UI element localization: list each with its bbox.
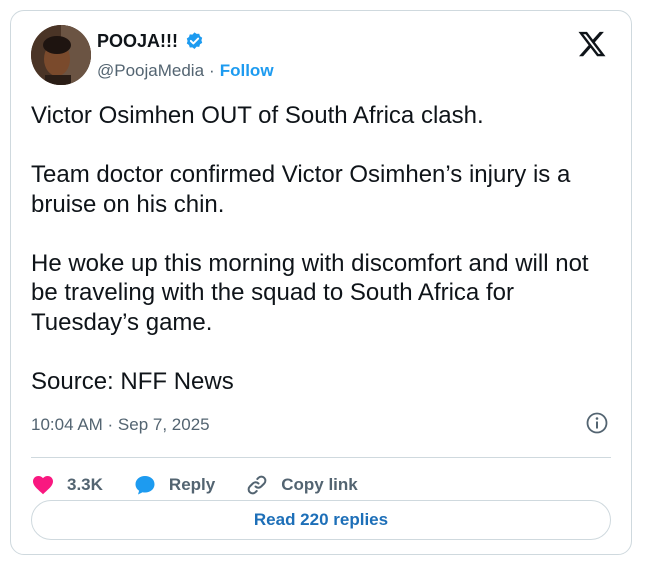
heart-icon: [33, 476, 53, 495]
author-name-row: POOJA!!!: [97, 31, 205, 52]
tweet-paragraph: Victor Osimhen OUT of South Africa clash…: [31, 102, 484, 129]
like-button[interactable]: 3.3K: [31, 473, 103, 497]
author-handle-row: @PoojaMedia · Follow: [97, 61, 274, 81]
x-logo-icon[interactable]: [577, 29, 607, 59]
reply-label: Reply: [168, 475, 216, 494]
read-replies-button[interactable]: Read 220 replies: [31, 500, 611, 540]
tweet-card: POOJA!!! @PoojaMedia · Follow Victor Osi…: [10, 10, 632, 555]
reply-bubble-icon: [135, 476, 155, 495]
tweet-paragraph: He woke up this morning with discomfort …: [31, 249, 589, 336]
follow-button[interactable]: Follow: [220, 61, 274, 81]
author-name[interactable]: POOJA!!!: [97, 31, 178, 52]
tweet-paragraph: Source: NFF News: [31, 367, 234, 395]
info-icon[interactable]: [585, 411, 609, 435]
like-count: 3.3K: [67, 475, 103, 494]
link-icon: [247, 475, 267, 495]
author-handle[interactable]: @PoojaMedia: [97, 61, 204, 81]
avatar-image: [31, 25, 91, 85]
divider: [31, 457, 611, 458]
copy-link-label: Copy link: [281, 475, 358, 494]
tweet-paragraph: Team doctor confirmed Victor Osimhen’s i…: [31, 161, 571, 218]
verified-badge-icon: [186, 32, 203, 49]
copy-link-button[interactable]: Copy link: [245, 473, 358, 497]
reply-button[interactable]: Reply: [133, 473, 215, 497]
tweet-text: Victor Osimhen OUT of South Africa clash…: [31, 101, 611, 396]
tweet-timestamp[interactable]: 10:04 AM · Sep 7, 2025: [31, 415, 210, 435]
separator-dot: ·: [209, 61, 215, 80]
avatar[interactable]: [31, 25, 91, 85]
